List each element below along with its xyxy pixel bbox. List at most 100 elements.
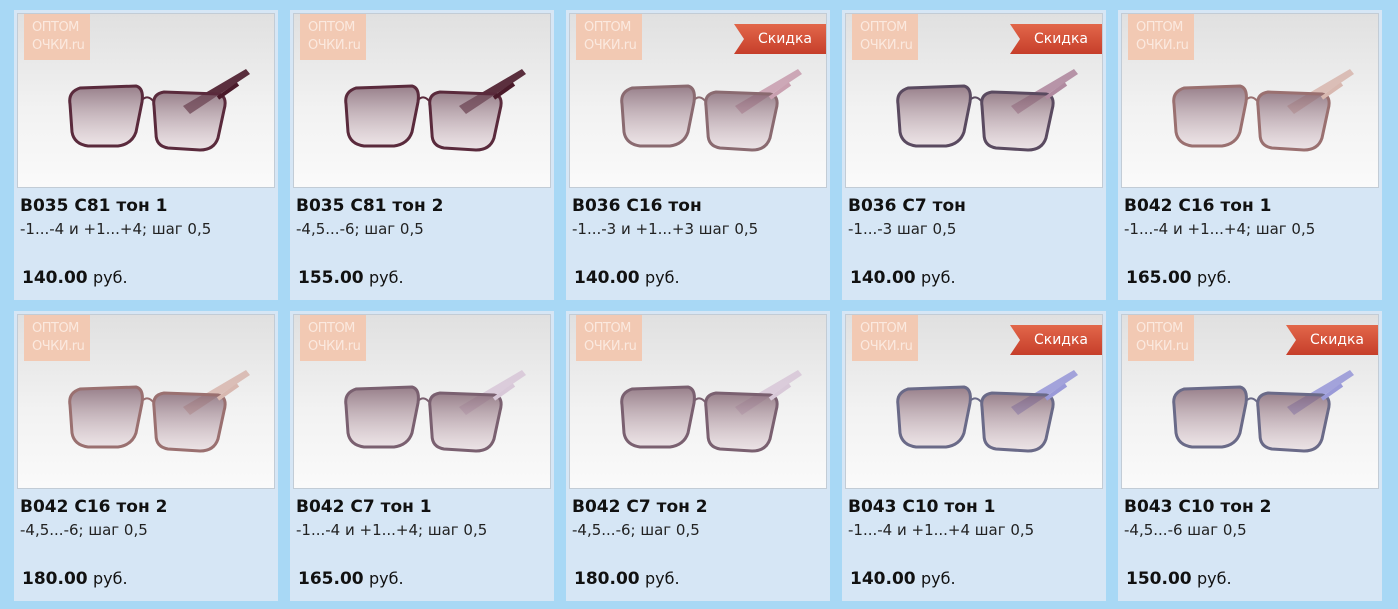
price-value: 140.00 (574, 268, 640, 288)
site-logo: ОПТОМ ОЧКИ.ru (24, 14, 90, 60)
product-price: 180.00 руб. (574, 569, 680, 589)
site-logo: ОПТОМ ОЧКИ.ru (1128, 14, 1194, 60)
price-currency: руб. (369, 268, 404, 287)
product-card[interactable]: ОПТОМ ОЧКИ.ru B035 C81 тон 2 -4,5...-6; … (290, 10, 554, 300)
product-spec: -4,5...-6; шаг 0,5 (572, 521, 700, 539)
price-currency: руб. (921, 268, 956, 287)
product-spec: -1...-3 и +1...+3 шаг 0,5 (572, 220, 759, 238)
product-card[interactable]: ОПТОМ ОЧКИ.ru B042 C7 тон 2 -4,5...-6; ш… (566, 311, 830, 601)
logo-line-2: ОЧКИ.ru (584, 38, 637, 53)
product-card[interactable]: ОПТОМ ОЧКИ.ru B042 C16 тон 2 -4,5...-6; … (14, 311, 278, 601)
product-image[interactable]: ОПТОМ ОЧКИ.ru Скидка (845, 314, 1103, 489)
logo-line-2: ОЧКИ.ru (860, 38, 913, 53)
product-title[interactable]: B043 C10 тон 1 (848, 497, 995, 517)
sale-ribbon: Скидка (1010, 24, 1102, 54)
price-value: 155.00 (298, 268, 364, 288)
site-logo: ОПТОМ ОЧКИ.ru (24, 315, 90, 361)
product-card[interactable]: ОПТОМ ОЧКИ.ru Скидка B036 C7 тон -1...-3… (842, 10, 1106, 300)
product-price: 140.00 руб. (22, 268, 128, 288)
price-currency: руб. (1197, 268, 1232, 287)
logo-line-1: ОПТОМ (308, 20, 355, 35)
site-logo: ОПТОМ ОЧКИ.ru (300, 315, 366, 361)
price-currency: руб. (93, 569, 128, 588)
logo-line-1: ОПТОМ (32, 321, 79, 336)
price-value: 165.00 (1126, 268, 1192, 288)
product-image[interactable]: ОПТОМ ОЧКИ.ru (17, 314, 275, 489)
logo-line-1: ОПТОМ (860, 321, 907, 336)
product-grid: ОПТОМ ОЧКИ.ru B035 C81 тон 1 -1...-4 и +… (0, 0, 1398, 609)
product-spec: -4,5...-6; шаг 0,5 (296, 220, 424, 238)
site-logo: ОПТОМ ОЧКИ.ru (576, 14, 642, 60)
product-spec: -1...-4 и +1...+4; шаг 0,5 (296, 521, 488, 539)
product-card[interactable]: ОПТОМ ОЧКИ.ru B035 C81 тон 1 -1...-4 и +… (14, 10, 278, 300)
logo-line-2: ОЧКИ.ru (1136, 339, 1189, 354)
product-image[interactable]: ОПТОМ ОЧКИ.ru Скидка (1121, 314, 1379, 489)
product-image[interactable]: ОПТОМ ОЧКИ.ru (1121, 13, 1379, 188)
sale-ribbon: Скидка (1010, 325, 1102, 355)
site-logo: ОПТОМ ОЧКИ.ru (1128, 315, 1194, 361)
logo-line-2: ОЧКИ.ru (308, 38, 361, 53)
product-spec: -1...-4 и +1...+4 шаг 0,5 (848, 521, 1035, 539)
product-image[interactable]: ОПТОМ ОЧКИ.ru Скидка (569, 13, 827, 188)
logo-line-1: ОПТОМ (308, 321, 355, 336)
product-title[interactable]: B042 C7 тон 2 (572, 497, 708, 517)
product-title[interactable]: B042 C16 тон 1 (1124, 196, 1271, 216)
price-value: 180.00 (574, 569, 640, 589)
product-title[interactable]: B042 C16 тон 2 (20, 497, 167, 517)
product-price: 140.00 руб. (574, 268, 680, 288)
product-price: 140.00 руб. (850, 268, 956, 288)
product-spec: -1...-4 и +1...+4; шаг 0,5 (1124, 220, 1316, 238)
product-title[interactable]: B036 C7 тон (848, 196, 966, 216)
price-value: 140.00 (850, 569, 916, 589)
logo-line-2: ОЧКИ.ru (1136, 38, 1189, 53)
price-value: 165.00 (298, 569, 364, 589)
product-image[interactable]: ОПТОМ ОЧКИ.ru Скидка (845, 13, 1103, 188)
product-image[interactable]: ОПТОМ ОЧКИ.ru (293, 13, 551, 188)
product-card[interactable]: ОПТОМ ОЧКИ.ru B042 C7 тон 1 -1...-4 и +1… (290, 311, 554, 601)
product-price: 165.00 руб. (1126, 268, 1232, 288)
product-title[interactable]: B043 C10 тон 2 (1124, 497, 1271, 517)
price-currency: руб. (93, 268, 128, 287)
price-currency: руб. (1197, 569, 1232, 588)
product-title[interactable]: B035 C81 тон 2 (296, 196, 443, 216)
logo-line-1: ОПТОМ (1136, 321, 1183, 336)
product-image[interactable]: ОПТОМ ОЧКИ.ru (569, 314, 827, 489)
product-title[interactable]: B042 C7 тон 1 (296, 497, 432, 517)
site-logo: ОПТОМ ОЧКИ.ru (852, 14, 918, 60)
product-card[interactable]: ОПТОМ ОЧКИ.ru Скидка B043 C10 тон 1 -1..… (842, 311, 1106, 601)
logo-line-1: ОПТОМ (1136, 20, 1183, 35)
product-title[interactable]: B035 C81 тон 1 (20, 196, 167, 216)
sale-ribbon: Скидка (1286, 325, 1378, 355)
product-price: 155.00 руб. (298, 268, 404, 288)
logo-line-1: ОПТОМ (32, 20, 79, 35)
price-value: 140.00 (22, 268, 88, 288)
site-logo: ОПТОМ ОЧКИ.ru (852, 315, 918, 361)
sale-ribbon: Скидка (734, 24, 826, 54)
product-price: 180.00 руб. (22, 569, 128, 589)
product-price: 140.00 руб. (850, 569, 956, 589)
price-value: 140.00 (850, 268, 916, 288)
product-card[interactable]: ОПТОМ ОЧКИ.ru Скидка B036 C16 тон -1...-… (566, 10, 830, 300)
price-value: 150.00 (1126, 569, 1192, 589)
product-image[interactable]: ОПТОМ ОЧКИ.ru (293, 314, 551, 489)
product-card[interactable]: ОПТОМ ОЧКИ.ru Скидка B043 C10 тон 2 -4,5… (1118, 311, 1382, 601)
logo-line-1: ОПТОМ (584, 20, 631, 35)
price-currency: руб. (921, 569, 956, 588)
product-price: 165.00 руб. (298, 569, 404, 589)
logo-line-1: ОПТОМ (584, 321, 631, 336)
product-spec: -1...-4 и +1...+4; шаг 0,5 (20, 220, 212, 238)
product-spec: -1...-3 шаг 0,5 (848, 220, 957, 238)
product-spec: -4,5...-6 шаг 0,5 (1124, 521, 1247, 539)
product-spec: -4,5...-6; шаг 0,5 (20, 521, 148, 539)
price-currency: руб. (645, 569, 680, 588)
product-image[interactable]: ОПТОМ ОЧКИ.ru (17, 13, 275, 188)
logo-line-2: ОЧКИ.ru (32, 38, 85, 53)
product-title[interactable]: B036 C16 тон (572, 196, 702, 216)
site-logo: ОПТОМ ОЧКИ.ru (576, 315, 642, 361)
logo-line-2: ОЧКИ.ru (860, 339, 913, 354)
product-card[interactable]: ОПТОМ ОЧКИ.ru B042 C16 тон 1 -1...-4 и +… (1118, 10, 1382, 300)
price-currency: руб. (645, 268, 680, 287)
logo-line-1: ОПТОМ (860, 20, 907, 35)
product-price: 150.00 руб. (1126, 569, 1232, 589)
logo-line-2: ОЧКИ.ru (308, 339, 361, 354)
